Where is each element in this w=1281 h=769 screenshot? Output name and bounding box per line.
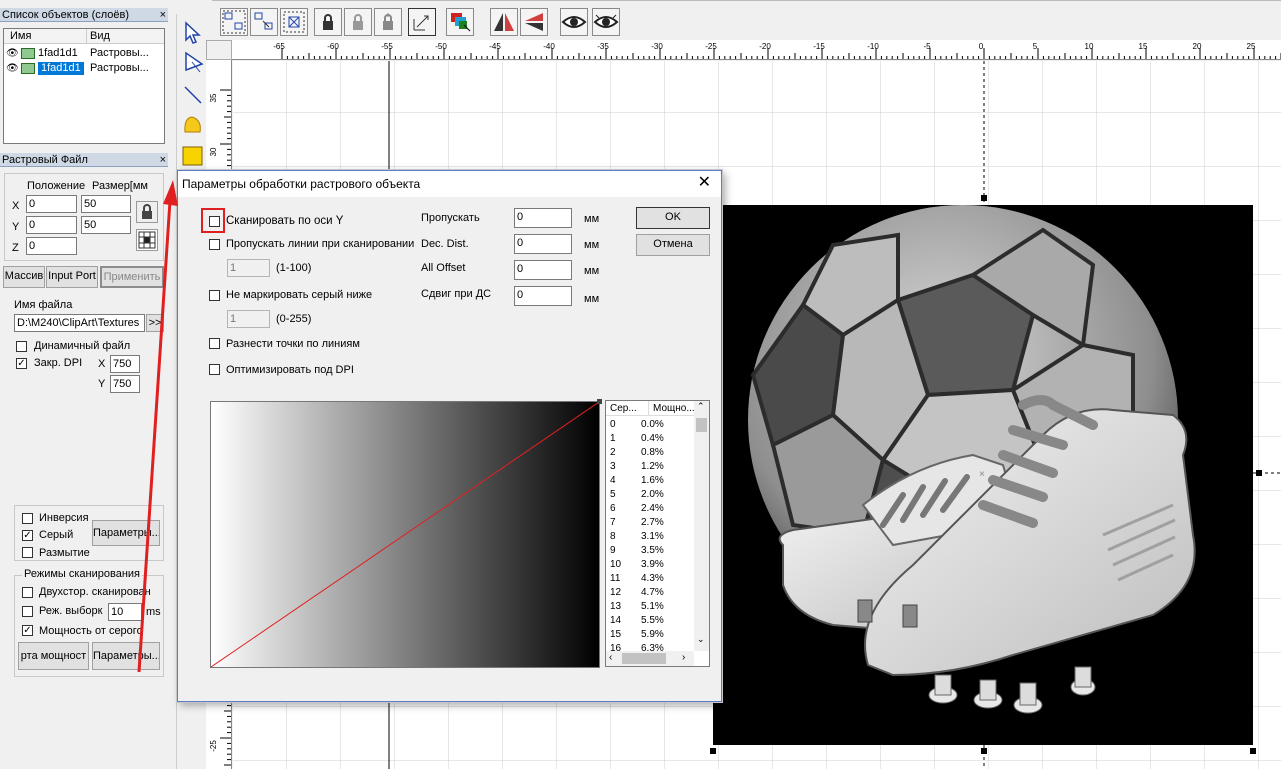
annotation-arrow xyxy=(137,180,178,673)
